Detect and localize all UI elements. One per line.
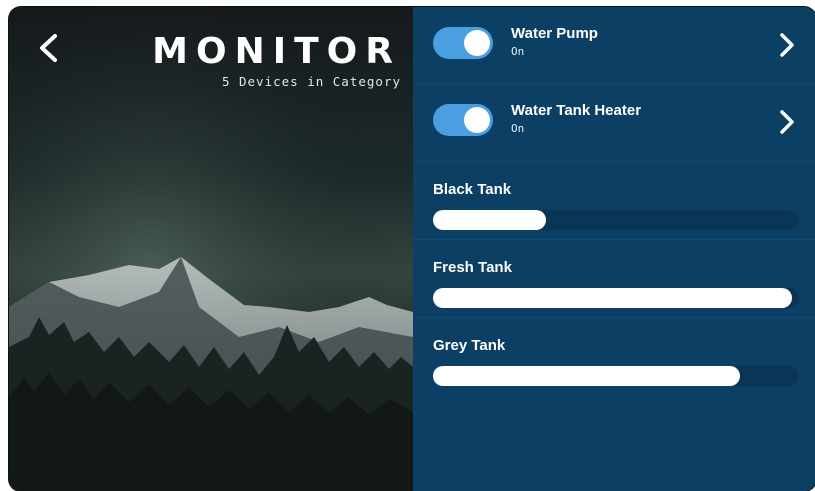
water-tank-heater-toggle[interactable]	[433, 104, 493, 136]
mountain-background: MONITOR 5 Devices in Category	[9, 7, 413, 491]
tank-row-fresh: Fresh Tank	[413, 240, 815, 318]
device-status: On	[511, 122, 525, 135]
toggle-knob	[464, 30, 490, 56]
chevron-right-icon[interactable]	[778, 31, 796, 59]
tank-level-fill	[433, 210, 547, 230]
tank-level-bar	[433, 210, 799, 230]
device-name: Water Pump	[511, 25, 598, 42]
tank-row-grey: Grey Tank	[413, 318, 815, 395]
toggle-knob	[464, 107, 490, 133]
tank-label: Black Tank	[433, 181, 512, 198]
back-button[interactable]	[37, 33, 77, 73]
device-row-water-pump[interactable]: Water Pump On	[413, 7, 815, 85]
tank-level-bar	[433, 366, 799, 386]
tank-label: Grey Tank	[433, 337, 506, 354]
monitor-screen: MONITOR 5 Devices in Category Water Pump…	[9, 7, 815, 491]
water-pump-toggle[interactable]	[433, 27, 493, 59]
tank-label: Fresh Tank	[433, 259, 512, 276]
tank-level-fill	[433, 288, 792, 308]
tank-level-fill	[433, 366, 741, 386]
device-panel: Water Pump On Water Tank Heater On Black…	[413, 7, 815, 491]
device-row-water-tank-heater[interactable]: Water Tank Heater On	[413, 84, 815, 162]
device-name: Water Tank Heater	[511, 102, 642, 119]
chevron-left-icon	[40, 34, 57, 62]
tank-row-black: Black Tank	[413, 162, 815, 240]
chevron-right-icon[interactable]	[778, 108, 796, 136]
page-title: MONITOR	[152, 31, 401, 72]
device-status: On	[511, 45, 525, 58]
tank-level-bar	[433, 288, 799, 308]
device-count-subtitle: 5 Devices in Category	[221, 74, 401, 89]
